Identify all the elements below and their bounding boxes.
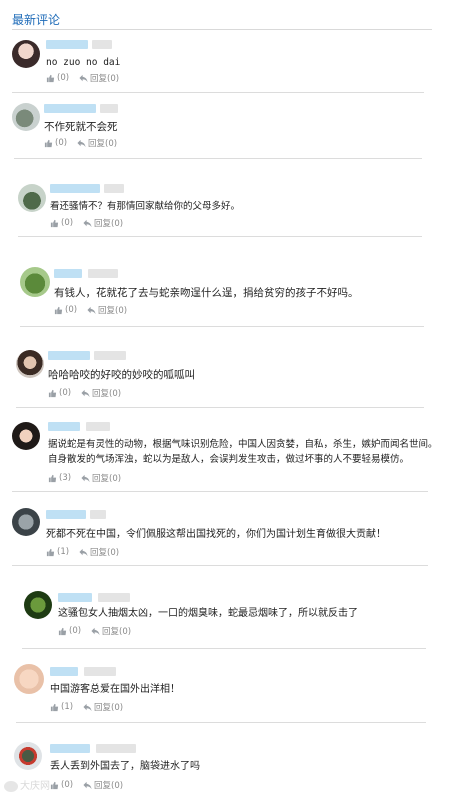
- reply-arrow-icon[interactable]: [81, 474, 90, 483]
- thumbs-up-icon[interactable]: [46, 548, 55, 557]
- like-count[interactable]: (1): [57, 547, 69, 557]
- like-count[interactable]: (1): [61, 702, 73, 712]
- reply-arrow-icon[interactable]: [79, 548, 88, 557]
- thumbs-up-icon[interactable]: [54, 306, 63, 315]
- comment-text: 据说蛇是有灵性的动物，根据气味识别危险，中国人因贪婪，自私，杀生，嫉妒而闻名世间…: [48, 439, 438, 465]
- reply-arrow-icon[interactable]: [77, 139, 86, 148]
- avatar[interactable]: [18, 184, 46, 212]
- reply-link[interactable]: 回复(0): [94, 701, 123, 713]
- reply-arrow-icon[interactable]: [91, 627, 100, 636]
- like-count[interactable]: (0): [57, 73, 69, 83]
- thumbs-up-icon[interactable]: [58, 627, 67, 636]
- divider: [18, 236, 422, 237]
- like-count[interactable]: (3): [59, 473, 71, 483]
- like-count[interactable]: (0): [59, 388, 71, 398]
- thumbs-up-icon[interactable]: [46, 74, 55, 83]
- comment-actions: (0) 回复(0): [50, 779, 123, 791]
- comment-actions: (0) 回复(0): [48, 387, 121, 399]
- watermark-text: 大庆网: [20, 781, 50, 792]
- comment-text: 死都不死在中国，令们佩服这帮出国找死的，你们为国计划生育做很大贡献！: [46, 529, 386, 540]
- avatar[interactable]: [16, 350, 44, 378]
- comment-actions: (0) 回复(0): [54, 304, 127, 316]
- reply-link[interactable]: 回复(0): [90, 72, 119, 84]
- thumbs-up-icon[interactable]: [50, 219, 59, 228]
- comment-actions: (0) 回复(0): [50, 217, 123, 229]
- header-title: 最新评论: [12, 13, 61, 27]
- like-count[interactable]: (0): [61, 218, 73, 228]
- comment-actions: (1) 回复(0): [50, 701, 123, 713]
- reply-arrow-icon[interactable]: [79, 74, 88, 83]
- weibo-logo-icon: [4, 780, 18, 792]
- comment-text: 有钱人，花就花了去与蛇亲吻逞什么逞，捐给贫穷的孩子不好吗。: [54, 287, 359, 299]
- avatar[interactable]: [14, 742, 42, 770]
- reply-arrow-icon[interactable]: [83, 781, 92, 790]
- comment-text: 看还骚情不？有那情回家献给你的父母多好。: [50, 201, 241, 212]
- reply-link[interactable]: 回复(0): [92, 387, 121, 399]
- thumbs-up-icon[interactable]: [48, 389, 57, 398]
- like-count[interactable]: (0): [61, 780, 73, 790]
- avatar[interactable]: [12, 422, 40, 450]
- comment-text: 不作死就不会死: [44, 121, 118, 133]
- reply-link[interactable]: 回复(0): [98, 304, 127, 316]
- reply-arrow-icon[interactable]: [83, 219, 92, 228]
- reply-link[interactable]: 回复(0): [88, 137, 117, 149]
- like-count[interactable]: (0): [55, 138, 67, 148]
- reply-link[interactable]: 回复(0): [92, 472, 121, 484]
- watermark: 大庆网: [4, 777, 50, 792]
- divider: [16, 407, 424, 408]
- divider: [12, 491, 428, 492]
- reply-arrow-icon[interactable]: [87, 306, 96, 315]
- reply-link[interactable]: 回复(0): [94, 217, 123, 229]
- comment-actions: (3) 回复(0): [48, 472, 121, 484]
- comment-text: 哈哈哈咬的好咬的妙咬的呱呱叫: [48, 369, 195, 381]
- comments-header: 最新评论: [12, 9, 432, 30]
- like-count[interactable]: (0): [69, 626, 81, 636]
- reply-link[interactable]: 回复(0): [90, 546, 119, 558]
- thumbs-up-icon[interactable]: [50, 781, 59, 790]
- divider: [16, 722, 426, 723]
- divider: [12, 92, 424, 93]
- avatar[interactable]: [14, 664, 44, 694]
- reply-arrow-icon[interactable]: [83, 703, 92, 712]
- avatar[interactable]: [20, 267, 50, 297]
- comment-text: 中国游客总爱在国外出洋相！: [50, 684, 180, 695]
- reply-link[interactable]: 回复(0): [102, 625, 131, 637]
- comment-actions: (0) 回复(0): [46, 72, 119, 84]
- comment-text: 丢人丢到外国去了，脑袋进水了吗: [50, 761, 200, 772]
- reply-arrow-icon[interactable]: [81, 389, 90, 398]
- avatar[interactable]: [12, 103, 40, 131]
- thumbs-up-icon[interactable]: [48, 474, 57, 483]
- thumbs-up-icon[interactable]: [50, 703, 59, 712]
- comment-actions: (1) 回复(0): [46, 546, 119, 558]
- avatar[interactable]: [24, 591, 52, 619]
- comment-text: no zuo no dai: [46, 57, 121, 68]
- divider: [22, 648, 426, 649]
- like-count[interactable]: (0): [65, 305, 77, 315]
- thumbs-up-icon[interactable]: [44, 139, 53, 148]
- divider: [14, 158, 422, 159]
- comment-actions: (0) 回复(0): [44, 137, 117, 149]
- divider: [20, 326, 424, 327]
- avatar[interactable]: [12, 508, 40, 536]
- comment-actions: (0) 回复(0): [58, 625, 131, 637]
- reply-link[interactable]: 回复(0): [94, 779, 123, 791]
- comment-text: 这骚包女人抽烟太凶，一口的烟臭味，蛇最忌烟味了，所以就反击了: [58, 608, 358, 619]
- divider: [12, 565, 428, 566]
- avatar[interactable]: [12, 40, 40, 68]
